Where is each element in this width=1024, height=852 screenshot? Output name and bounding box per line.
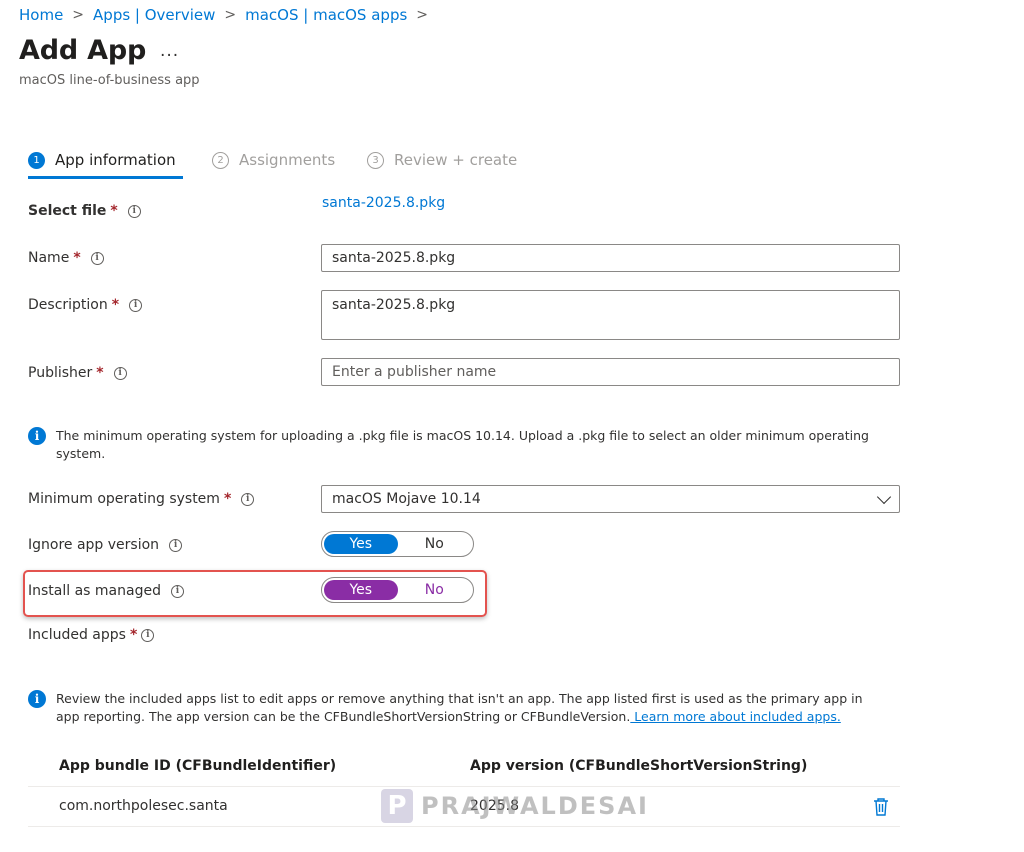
breadcrumb-home[interactable]: Home <box>19 6 63 24</box>
description-field-value: santa-2025.8.pkg <box>332 297 456 313</box>
description-field[interactable]: santa-2025.8.pkg <box>321 290 900 340</box>
breadcrumb-apps-overview[interactable]: Apps | Overview <box>93 6 215 24</box>
breadcrumb-separator: > <box>224 7 237 23</box>
publisher-label-text: Publisher <box>28 365 93 381</box>
info-icon[interactable]: i <box>127 204 141 218</box>
trash-icon[interactable] <box>872 797 890 817</box>
tab-assignments[interactable]: 2 Assignments <box>212 146 335 174</box>
name-field[interactable]: santa-2025.8.pkg <box>321 244 900 272</box>
info-icon[interactable]: i <box>170 584 184 598</box>
column-header-bundle-id: App bundle ID (CFBundleIdentifier) <box>59 758 337 774</box>
install-managed-label: Install as managed i <box>28 580 184 602</box>
step-number: 2 <box>212 151 229 169</box>
name-label: Name * i <box>28 247 104 269</box>
ignore-version-label-text: Ignore app version <box>28 537 160 553</box>
tab-review-create[interactable]: 3 Review + create <box>367 146 517 174</box>
publisher-field[interactable]: Enter a publisher name <box>321 358 900 386</box>
info-icon[interactable]: i <box>113 366 127 380</box>
info-icon[interactable]: i <box>141 628 155 642</box>
description-label: Description * i <box>28 294 143 316</box>
os-info-text: The minimum operating system for uploadi… <box>56 428 869 461</box>
breadcrumb: Home > Apps | Overview > macOS | macOS a… <box>19 5 437 25</box>
min-os-value: macOS Mojave 10.14 <box>332 491 481 507</box>
included-apps-info-banner: i Review the included apps list to edit … <box>28 690 888 726</box>
breadcrumb-macos-apps[interactable]: macOS | macOS apps <box>245 6 407 24</box>
chevron-down-icon <box>876 489 892 505</box>
learn-more-link[interactable]: Learn more about included apps. <box>630 709 841 724</box>
os-info-banner: i The minimum operating system for uploa… <box>28 427 878 463</box>
watermark-logo: P <box>381 789 413 823</box>
required-marker: * <box>73 250 81 266</box>
description-label-text: Description <box>28 297 108 313</box>
ignore-version-label: Ignore app version i <box>28 534 183 556</box>
selected-file-link[interactable]: santa-2025.8.pkg <box>322 195 445 211</box>
step-label: Assignments <box>239 151 336 169</box>
table-divider <box>28 786 900 787</box>
required-marker: * <box>96 365 104 381</box>
install-managed-toggle[interactable]: Yes No <box>321 577 474 603</box>
select-file-label: Select file * i <box>28 200 141 222</box>
info-icon[interactable]: i <box>169 538 183 552</box>
breadcrumb-separator: > <box>72 7 85 23</box>
ignore-version-no[interactable]: No <box>398 534 472 554</box>
info-icon[interactable]: i <box>129 298 143 312</box>
ignore-version-yes[interactable]: Yes <box>324 534 398 554</box>
step-number: 3 <box>367 151 384 169</box>
publisher-placeholder: Enter a publisher name <box>332 364 497 380</box>
table-cell-bundle-id: com.northpolesec.santa <box>59 798 228 814</box>
included-apps-label: Included apps * i <box>28 624 155 646</box>
breadcrumb-separator: > <box>416 7 429 23</box>
info-filled-icon: i <box>28 427 46 445</box>
included-apps-info: Review the included apps list to edit ap… <box>56 690 888 726</box>
info-filled-icon: i <box>28 690 46 708</box>
min-os-label: Minimum operating system * i <box>28 488 255 510</box>
install-managed-no[interactable]: No <box>398 580 472 600</box>
ignore-version-toggle[interactable]: Yes No <box>321 531 474 557</box>
publisher-label: Publisher * i <box>28 362 127 384</box>
min-os-dropdown[interactable]: macOS Mojave 10.14 <box>321 485 900 513</box>
watermark-text: PRAJWALDESAI <box>421 792 649 820</box>
table-divider <box>28 826 900 827</box>
table-cell-app-version: 2025.8 <box>470 798 519 814</box>
name-field-value: santa-2025.8.pkg <box>332 250 456 266</box>
step-number: 1 <box>28 151 45 169</box>
info-icon[interactable]: i <box>90 251 104 265</box>
step-label: Review + create <box>394 151 518 169</box>
page-title: Add App <box>19 35 147 66</box>
name-label-text: Name <box>28 250 70 266</box>
included-apps-label-text: Included apps <box>28 627 126 643</box>
required-marker: * <box>129 627 138 643</box>
info-icon[interactable]: i <box>241 492 255 506</box>
install-managed-label-text: Install as managed <box>28 583 161 599</box>
step-label: App information <box>55 151 176 169</box>
active-tab-indicator <box>28 176 183 179</box>
select-file-label-text: Select file <box>28 203 107 219</box>
install-managed-yes[interactable]: Yes <box>324 580 398 600</box>
required-marker: * <box>111 297 120 313</box>
tab-app-information[interactable]: 1 App information <box>28 146 176 174</box>
column-header-app-version: App version (CFBundleShortVersionString) <box>470 758 808 774</box>
required-marker: * <box>223 491 232 507</box>
page-subtitle: macOS line-of-business app <box>19 73 200 88</box>
min-os-label-text: Minimum operating system <box>28 491 220 507</box>
more-options-button[interactable]: ... <box>160 41 179 61</box>
required-marker: * <box>110 203 118 219</box>
